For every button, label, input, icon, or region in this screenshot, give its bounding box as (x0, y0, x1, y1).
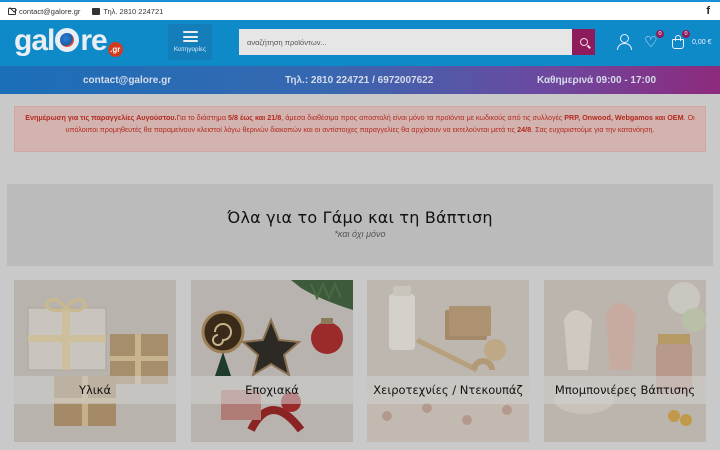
category-label: Μπομπονιέρες Βάπτισης (544, 376, 706, 404)
facebook-icon[interactable]: f (706, 5, 710, 17)
infobar-phones[interactable]: Τηλ.: 2810 224721 / 6972007622 (285, 75, 433, 86)
search-bar (239, 29, 595, 55)
banner-subtitle: *και όχι μόνο (334, 229, 386, 239)
august-orders-notice: Ενημέρωση για τις παραγγελίες Αυγούστου.… (14, 106, 706, 152)
notice-resume-date: 24/8 (517, 125, 532, 134)
category-card-materials[interactable]: Υλικά (14, 280, 176, 442)
topbar-phone[interactable]: Τηλ. 2810 224721 (92, 7, 163, 16)
phone-icon (92, 7, 101, 15)
category-card-baptism-favors[interactable]: Μπομπονιέρες Βάπτισης (544, 280, 706, 442)
gift-boxes-image (14, 280, 176, 442)
notice-text-2: , άμεσα διαθέσιμα προς αποστολή είναι μό… (281, 113, 565, 122)
christmas-ornaments-image (191, 280, 353, 442)
craft-supplies-image (367, 280, 529, 442)
category-card-crafts[interactable]: Χειροτεχνίες / Ντεκουπάζ (367, 280, 529, 442)
category-card-seasonal[interactable]: Εποχιακά (191, 280, 353, 442)
search-icon (579, 38, 588, 46)
logo-gr-badge: .gr (107, 42, 123, 57)
notice-text-1: Για το διάστημα (176, 113, 228, 122)
notice-text-4: . Σας ευχαριστούμε για την κατανόηση. (531, 125, 655, 134)
user-account-icon[interactable] (616, 33, 632, 51)
banner-title: Όλα για το Γάμο και τη Βάπτιση (227, 208, 493, 227)
notice-dates: 5/8 έως και 21/8 (227, 113, 282, 122)
cart-bag-icon[interactable]: 0 (670, 30, 690, 50)
baptism-favors-image (544, 280, 706, 442)
notice-lead: Ενημέρωση για τις παραγγελίες Αυγούστου. (25, 113, 177, 122)
categories-menu-label: Κατηγορίες (173, 46, 207, 53)
category-label: Χειροτεχνίες / Ντεκουπάζ (367, 376, 529, 404)
search-button[interactable] (572, 29, 595, 55)
category-label: Εποχιακά (191, 376, 353, 404)
site-header: gal re .gr Κατηγορίες ♡ 0 0 0,00 € (0, 20, 720, 66)
logo-text-start: gal (14, 24, 55, 57)
category-label: Υλικά (14, 376, 176, 404)
search-input[interactable] (239, 29, 572, 55)
hero-banner: Όλα για το Γάμο και τη Βάπτιση *και όχι … (7, 184, 713, 266)
galore-logo[interactable]: gal re .gr (14, 24, 123, 60)
wishlist-count-badge: 0 (656, 30, 664, 38)
cart-total[interactable]: 0,00 € (692, 39, 711, 46)
notice-brands: PRP, Onwood, Webgamos και OEM (564, 113, 684, 122)
info-bar: contact@galore.gr Τηλ.: 2810 224721 / 69… (0, 66, 720, 94)
logo-text-end: re (80, 24, 107, 57)
topbar-phone-text: Τηλ. 2810 224721 (103, 6, 164, 16)
infobar-hours: Καθημερινά 09:00 - 17:00 (537, 74, 657, 86)
envelope-icon (8, 7, 16, 15)
header-actions: ♡ 0 0 0,00 € (616, 30, 711, 52)
categories-menu-button[interactable]: Κατηγορίες (168, 24, 212, 60)
logo-globe-icon (55, 28, 80, 52)
category-grid: Υλικά Εποχιακά Χειροτεχνίες / Ντεκουπάζ … (14, 280, 706, 442)
hamburger-icon (182, 31, 198, 42)
infobar-email[interactable]: contact@galore.gr (83, 75, 171, 86)
wishlist-heart-icon[interactable]: ♡ 0 (644, 30, 664, 50)
cart-count-badge: 0 (682, 30, 690, 38)
topbar-email[interactable]: contact@galore.gr (8, 7, 80, 16)
top-contact-bar: contact@galore.gr Τηλ. 2810 224721 f (0, 0, 720, 20)
topbar-email-text: contact@galore.gr (19, 6, 81, 16)
